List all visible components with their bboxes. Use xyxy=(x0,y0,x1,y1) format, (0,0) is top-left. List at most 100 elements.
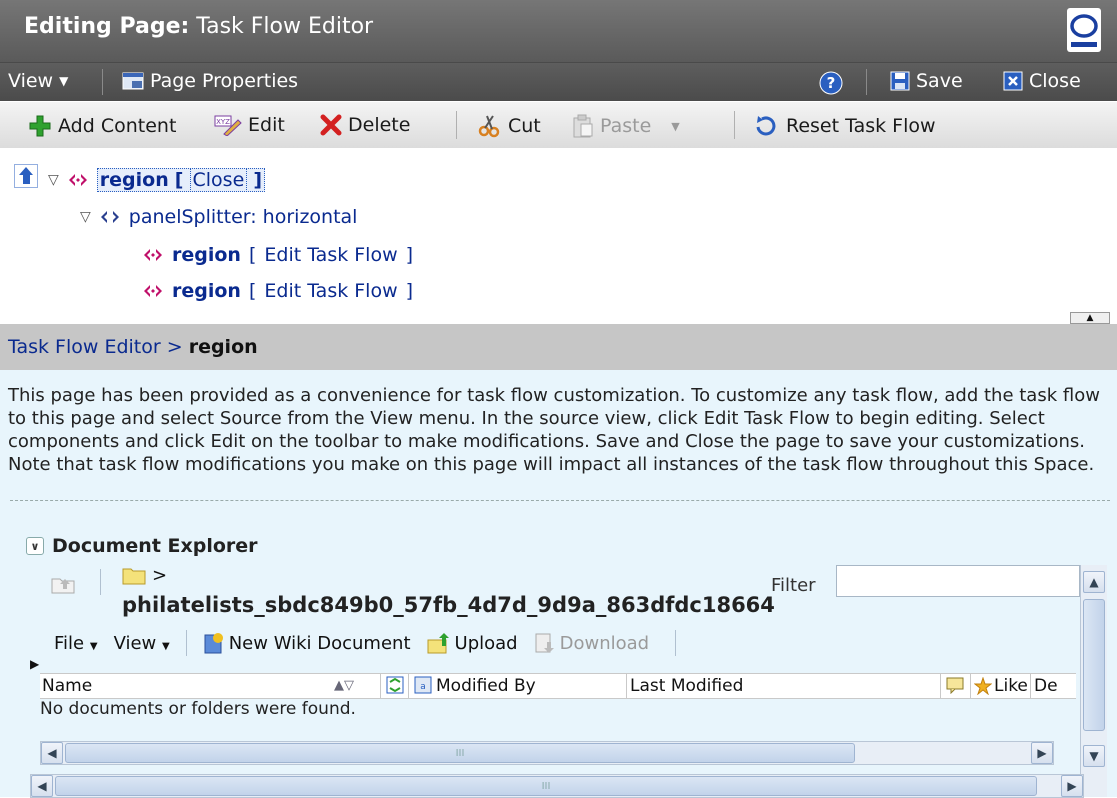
vertical-scrollbar-thumb[interactable] xyxy=(1083,599,1105,731)
scroll-up-icon[interactable]: ▲ xyxy=(1083,571,1105,593)
up-arrow-icon[interactable] xyxy=(14,164,38,188)
scrollbar-thumb[interactable]: III xyxy=(55,776,1037,796)
region-icon xyxy=(68,174,87,186)
document-explorer: > philatelists_sbdc849b0_57fb_4d7d_9d9a_… xyxy=(30,565,1107,797)
tree-node-region[interactable]: region [ Edit Task Flow ] xyxy=(142,244,413,266)
info-text: This page has been provided as a conveni… xyxy=(8,385,1100,475)
column-like[interactable]: Like xyxy=(994,676,1028,696)
region-label: region xyxy=(172,244,241,266)
document-explorer-title: Document Explorer xyxy=(52,535,258,557)
page-title-label: Editing Page: xyxy=(24,14,190,39)
star-icon xyxy=(974,677,992,695)
folder-up-icon[interactable] xyxy=(50,573,76,595)
root-region-selection[interactable]: region [ Close ] xyxy=(96,168,266,192)
close-button[interactable]: Close xyxy=(1003,70,1081,92)
upload-button[interactable]: Upload xyxy=(427,632,518,654)
horizontal-scrollbar[interactable]: ◀ III ▶ xyxy=(40,741,1054,765)
breadcrumb-separator: > xyxy=(166,336,183,358)
edit-task-flow-link[interactable]: Edit Task Flow xyxy=(264,280,397,302)
scroll-left-icon[interactable]: ◀ xyxy=(31,775,53,797)
bracket-close: ] xyxy=(253,169,263,191)
empty-state-message: No documents or folders were found. xyxy=(40,699,356,719)
delete-label: Delete xyxy=(348,114,411,136)
delete-icon xyxy=(320,114,342,136)
outer-horizontal-scrollbar[interactable]: ◀ III ▶ xyxy=(30,774,1084,798)
view-menu[interactable]: View ▼ xyxy=(8,70,68,92)
path-separator: > xyxy=(152,565,168,586)
breadcrumb-current: region xyxy=(188,336,258,358)
tree-node-region[interactable]: region [ Edit Task Flow ] xyxy=(142,280,413,302)
panel-splitter-label: panelSplitter: horizontal xyxy=(128,206,358,228)
view-menu-explorer-label: View xyxy=(113,632,157,654)
add-content-button[interactable]: Add Content xyxy=(28,114,176,138)
paste-label: Paste xyxy=(600,115,652,137)
title-bar: Editing Page: Task Flow Editor xyxy=(0,0,1117,63)
scroll-left-icon[interactable]: ◀ xyxy=(41,742,63,764)
collapse-pane-button[interactable]: ▲ xyxy=(1070,312,1110,324)
folder-path: philatelists_sbdc849b0_57fb_4d7d_9d9a_86… xyxy=(122,593,775,617)
component-tree: ▽ region [ Close ] ▽ panelSplitter: hori… xyxy=(0,148,1117,324)
region-icon xyxy=(144,285,162,297)
bracket-open: [ xyxy=(248,280,257,302)
vertical-scrollbar[interactable]: ▲ ▼ xyxy=(1080,565,1107,797)
scroll-right-icon[interactable]: ▶ xyxy=(1031,742,1053,764)
table-header: Name ▲▽ a Modified By Last Modified Like… xyxy=(40,673,1076,699)
chevron-down-icon[interactable]: ∨ xyxy=(26,537,44,555)
edit-icon: XYZ xyxy=(214,115,242,136)
sort-icon[interactable]: ▲▽ xyxy=(334,678,354,693)
expand-arrow-icon[interactable]: ▶ xyxy=(30,657,39,671)
scroll-grip: III xyxy=(455,747,465,759)
column-modified-by[interactable]: Modified By xyxy=(436,676,536,696)
bracket-open: [ xyxy=(174,169,184,191)
svg-text:XYZ: XYZ xyxy=(216,118,230,126)
edit-button[interactable]: XYZ Edit xyxy=(214,114,285,136)
scroll-grip: III xyxy=(541,780,551,792)
svg-text:a: a xyxy=(420,682,426,692)
chevron-down-icon: ▼ xyxy=(89,640,98,652)
scroll-right-icon[interactable]: ▶ xyxy=(1061,775,1083,797)
close-region-link[interactable]: Close xyxy=(189,168,248,192)
column-de[interactable]: De xyxy=(1034,676,1058,696)
paste-button[interactable]: Paste ▼ xyxy=(572,114,680,138)
tree-node-panel-splitter[interactable]: ▽ panelSplitter: horizontal xyxy=(80,206,357,228)
tree-node-root-region[interactable]: ▽ region [ Close ] xyxy=(48,168,266,192)
edit-label: Edit xyxy=(248,114,285,136)
chevron-down-icon[interactable]: ▼ xyxy=(671,120,679,133)
scissors-icon xyxy=(478,115,500,138)
cut-button[interactable]: Cut xyxy=(478,114,541,138)
file-menu[interactable]: File ▼ xyxy=(54,633,98,654)
region-label: region xyxy=(172,280,241,302)
column-last-modified[interactable]: Last Modified xyxy=(630,676,743,696)
save-button[interactable]: Save xyxy=(890,70,963,92)
column-name[interactable]: Name xyxy=(42,676,92,696)
new-wiki-document-button[interactable]: New Wiki Document xyxy=(203,632,411,654)
scroll-down-icon[interactable]: ▼ xyxy=(1083,745,1105,767)
scrollbar-thumb[interactable]: III xyxy=(65,743,855,763)
filter-input[interactable] xyxy=(836,565,1080,597)
page-properties-button[interactable]: Page Properties xyxy=(122,70,298,92)
edit-task-flow-link[interactable]: Edit Task Flow xyxy=(264,244,397,266)
reset-task-flow-label: Reset Task Flow xyxy=(786,115,936,137)
page-title: Editing Page: Task Flow Editor xyxy=(24,14,373,39)
delete-button[interactable]: Delete xyxy=(320,114,410,136)
cut-label: Cut xyxy=(508,115,541,137)
expanded-triangle-icon[interactable]: ▽ xyxy=(48,172,59,188)
page-title-name: Task Flow Editor xyxy=(196,14,374,39)
chevron-down-icon: ▼ xyxy=(59,74,69,88)
folder-path-row: > xyxy=(122,565,167,586)
add-content-label: Add Content xyxy=(58,115,177,137)
document-explorer-header[interactable]: ∨ Document Explorer xyxy=(26,535,258,557)
expanded-triangle-icon[interactable]: ▽ xyxy=(80,209,91,225)
close-icon xyxy=(1003,71,1023,91)
comment-icon xyxy=(946,677,964,694)
view-menu-label: View xyxy=(8,70,54,92)
edit-toolbar: Add Content XYZ Edit Delete Cut Paste ▼ … xyxy=(0,102,1117,149)
content-panel: This page has been provided as a conveni… xyxy=(0,370,1117,798)
breadcrumb-task-flow-editor[interactable]: Task Flow Editor xyxy=(8,336,161,358)
download-button[interactable]: Download xyxy=(534,632,649,654)
view-menu-explorer[interactable]: View ▼ xyxy=(114,633,170,654)
help-icon[interactable]: ? xyxy=(819,71,843,95)
reset-task-flow-button[interactable]: Reset Task Flow xyxy=(754,114,936,138)
type-icon: a xyxy=(414,676,432,694)
paste-icon xyxy=(573,114,593,138)
